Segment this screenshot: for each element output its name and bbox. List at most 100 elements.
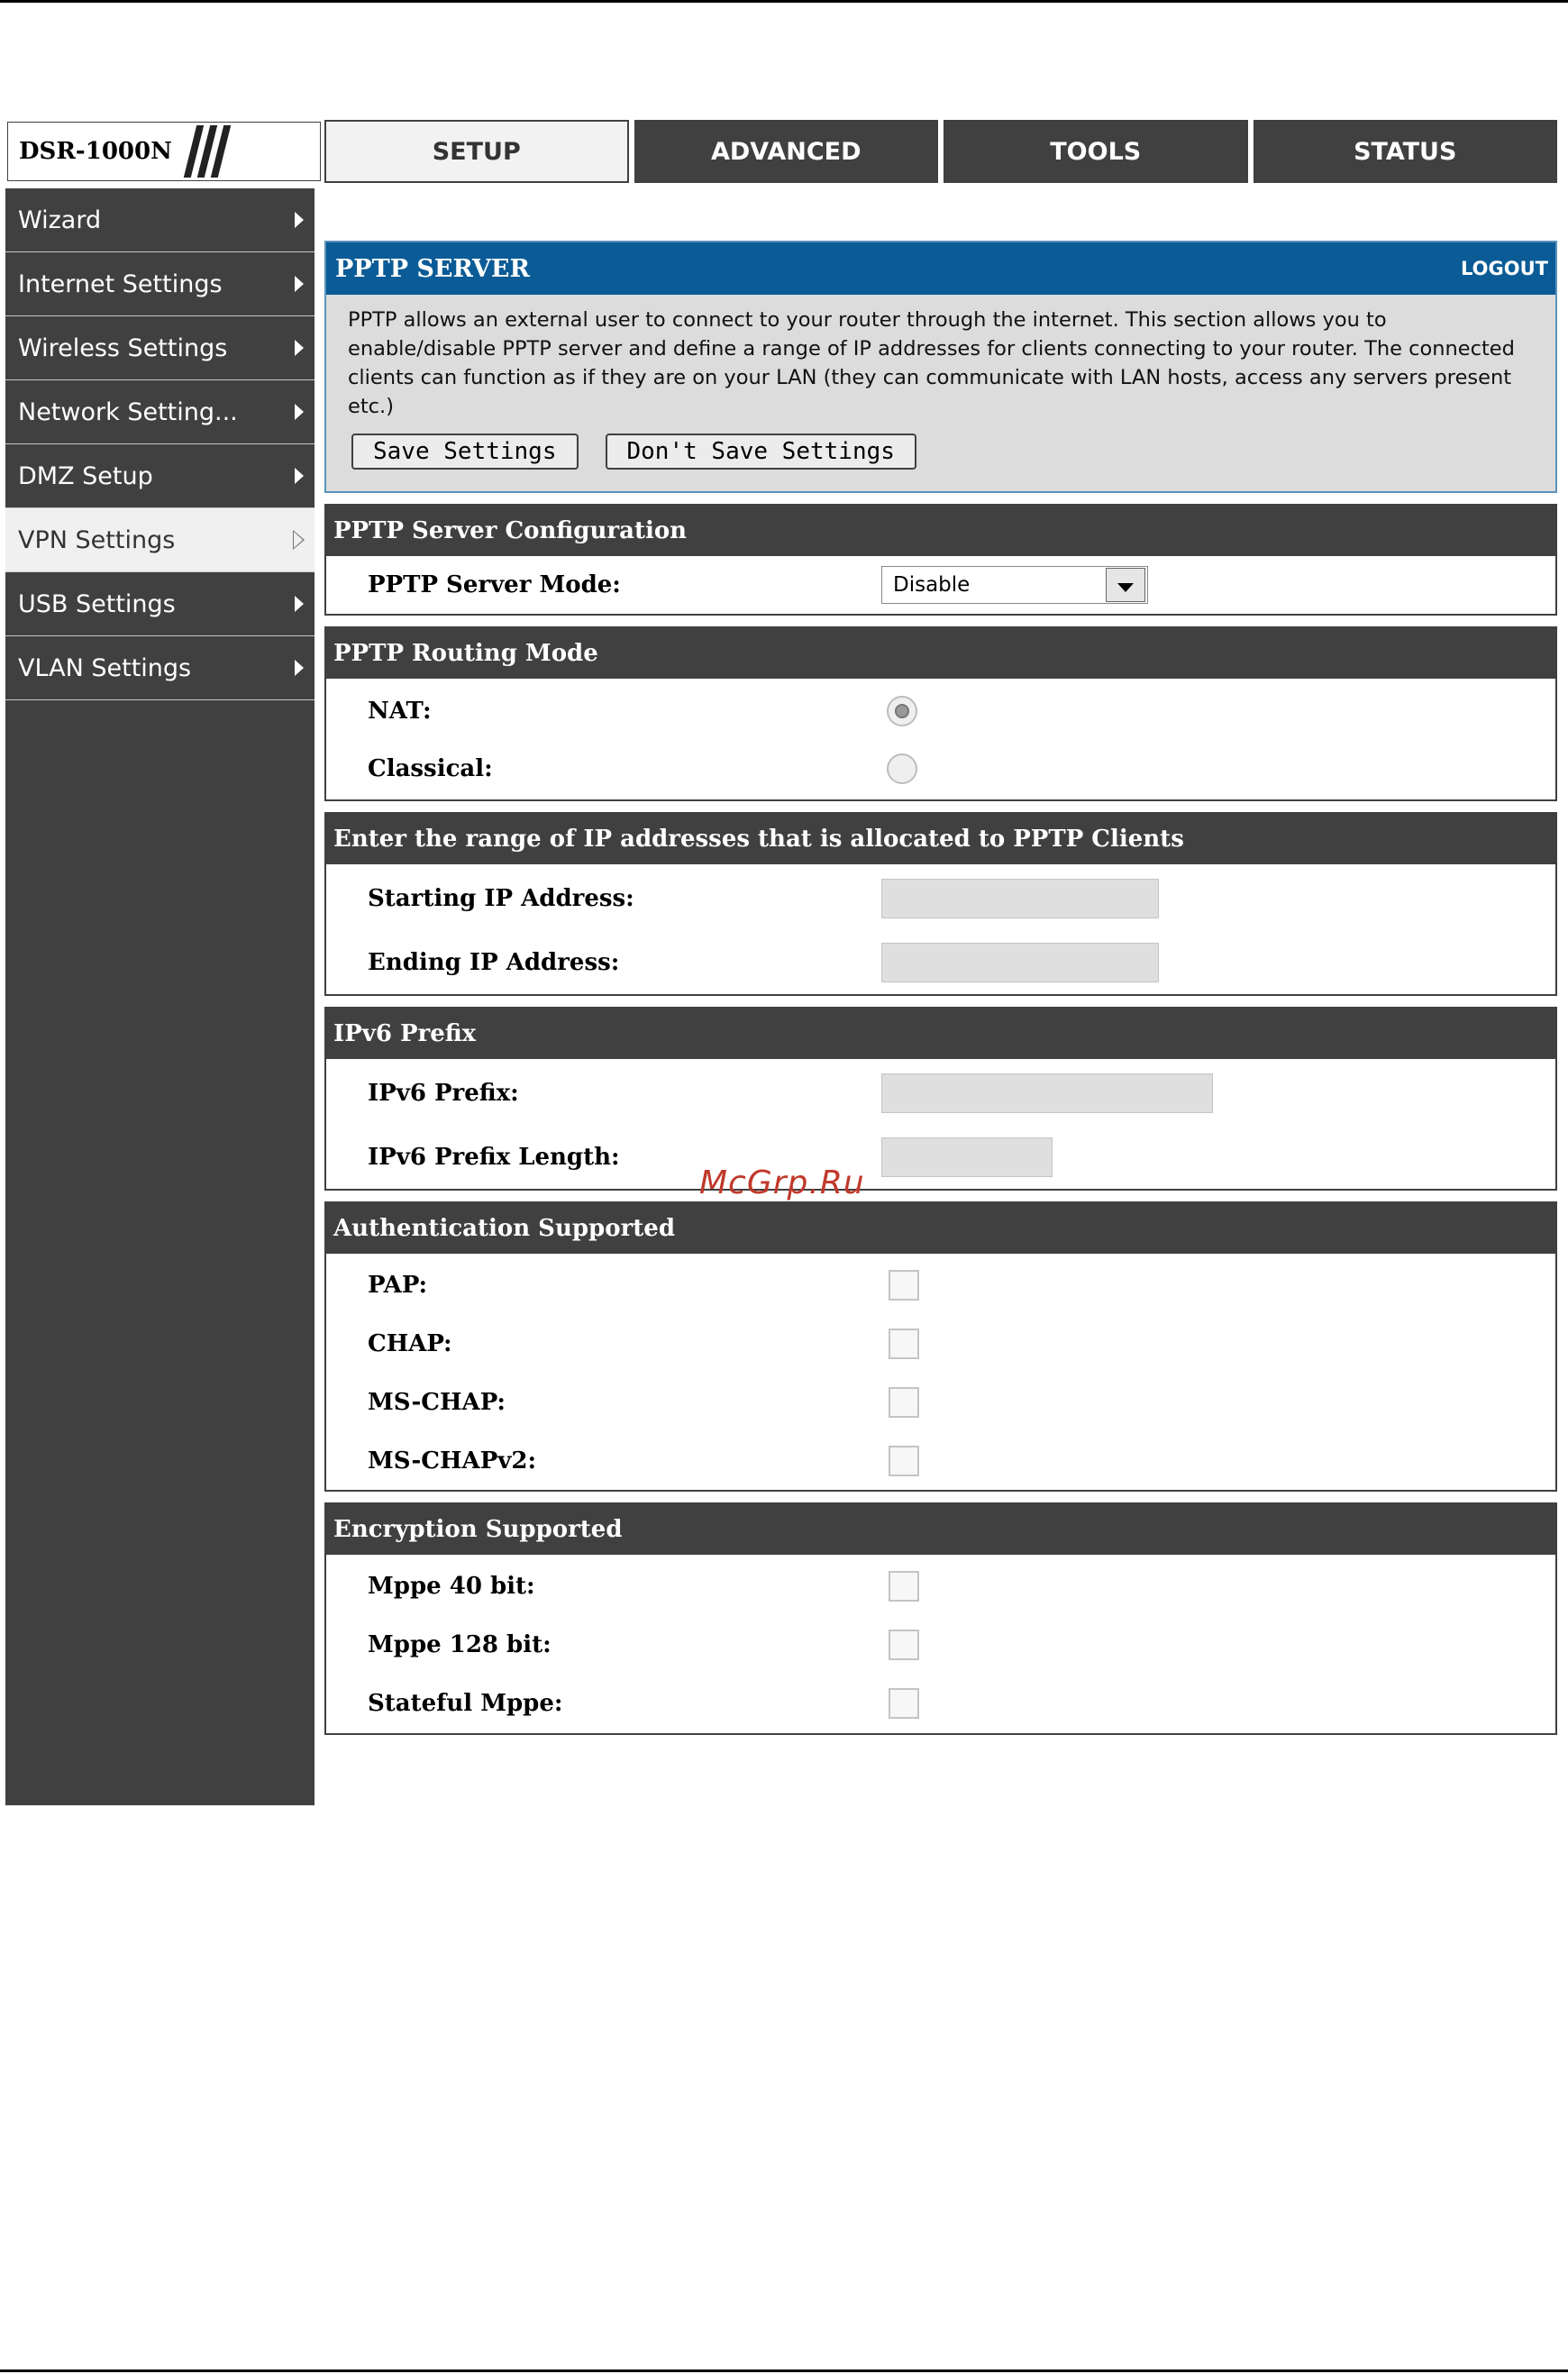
ipv6-prefix-input[interactable]: [881, 1073, 1213, 1113]
mppe-40-label: Mppe 40 bit:: [368, 1573, 535, 1600]
section-title: PPTP Server Configuration: [326, 506, 1555, 556]
sidebar-item-label: USB Settings: [18, 589, 176, 618]
bottom-rule: [0, 2369, 1568, 2372]
mppe-128-checkbox[interactable]: [889, 1630, 919, 1660]
dont-save-settings-button[interactable]: Don't Save Settings: [605, 434, 916, 470]
sidebar-item-internet-settings[interactable]: Internet Settings: [5, 252, 315, 316]
classical-radio[interactable]: [887, 753, 917, 784]
logout-link[interactable]: LOGOUT: [1461, 258, 1548, 279]
encryption-option-row: Mppe 40 bit:: [326, 1557, 1555, 1616]
tab-advanced[interactable]: ADVANCED: [634, 120, 938, 183]
auth-option-row: MS-CHAPv2:: [326, 1432, 1555, 1490]
encryption-option-row: Stateful Mppe:: [326, 1674, 1555, 1733]
sidebar-item-label: DMZ Setup: [18, 461, 153, 490]
chevron-down-icon[interactable]: [1106, 568, 1145, 602]
sidebar-item-label: Network Setting...: [18, 397, 238, 426]
starting-ip-input[interactable]: [881, 879, 1159, 918]
sidebar-item-dmz-setup[interactable]: DMZ Setup: [5, 444, 315, 508]
pptp-description: PPTP allows an external user to connect …: [348, 308, 1515, 418]
arrow-right-icon: [295, 404, 304, 420]
server-config-section: PPTP Server Configuration PPTP Server Mo…: [324, 504, 1557, 616]
section-title: Encryption Supported: [326, 1504, 1555, 1555]
mppe-128-label: Mppe 128 bit:: [368, 1631, 552, 1658]
stateful-mppe-checkbox[interactable]: [889, 1688, 919, 1719]
tab-setup[interactable]: SETUP: [324, 120, 629, 183]
save-settings-button[interactable]: Save Settings: [351, 434, 579, 470]
routing-mode-section: PPTP Routing Mode NAT: Classical:: [324, 626, 1557, 801]
authentication-section: Authentication Supported PAP: CHAP: MS-C…: [324, 1201, 1557, 1492]
logo-stripes-icon: [183, 125, 232, 178]
ip-range-section: Enter the range of IP addresses that is …: [324, 812, 1557, 996]
sidebar-item-label: Internet Settings: [18, 269, 223, 298]
watermark-text: McGrp.Ru: [699, 1164, 865, 1201]
nat-row: NAT:: [326, 682, 1555, 740]
arrow-right-icon: [295, 660, 304, 676]
sidebar-item-network-settings[interactable]: Network Setting...: [5, 380, 315, 444]
section-title: IPv6 Prefix: [326, 1009, 1555, 1059]
mppe-40-checkbox[interactable]: [889, 1571, 919, 1602]
sidebar-item-label: VLAN Settings: [18, 653, 192, 682]
pap-checkbox[interactable]: [889, 1270, 919, 1301]
sidebar-item-vlan-settings[interactable]: VLAN Settings: [5, 636, 315, 700]
section-title: Authentication Supported: [326, 1203, 1555, 1254]
pap-label: PAP:: [368, 1272, 428, 1299]
starting-ip-label: Starting IP Address:: [368, 885, 634, 912]
brand-logo: DSR-1000N: [7, 122, 321, 181]
auth-option-row: CHAP:: [326, 1315, 1555, 1373]
arrow-right-icon: [295, 340, 304, 356]
arrow-right-icon: [295, 276, 304, 292]
ipv6-prefix-length-row: IPv6 Prefix Length:: [326, 1126, 1555, 1189]
pptp-server-panel: PPTP SERVER LOGOUT PPTP allows an extern…: [324, 241, 1557, 493]
server-mode-label: PPTP Server Mode:: [368, 571, 621, 598]
tab-status[interactable]: STATUS: [1253, 120, 1557, 183]
sidebar-item-wireless-settings[interactable]: Wireless Settings: [5, 316, 315, 380]
ms-chapv2-label: MS-CHAPv2:: [368, 1447, 537, 1475]
classical-row: Classical:: [326, 740, 1555, 798]
classical-label: Classical:: [368, 755, 493, 782]
ending-ip-row: Ending IP Address:: [326, 931, 1555, 994]
ms-chapv2-checkbox[interactable]: [889, 1446, 919, 1476]
pptp-server-header: PPTP SERVER LOGOUT: [326, 242, 1555, 295]
sidebar-item-wizard[interactable]: Wizard: [5, 188, 315, 252]
chap-checkbox[interactable]: [889, 1329, 919, 1359]
arrow-right-icon: [295, 596, 304, 612]
sidebar-item-usb-settings[interactable]: USB Settings: [5, 572, 315, 636]
ipv6-prefix-section: IPv6 Prefix IPv6 Prefix: IPv6 Prefix Len…: [324, 1007, 1557, 1191]
section-title: PPTP Routing Mode: [326, 628, 1555, 679]
server-mode-row: PPTP Server Mode: Disable: [326, 556, 1555, 614]
sidebar-item-vpn-settings[interactable]: VPN Settings: [5, 508, 315, 572]
nat-label: NAT:: [368, 698, 432, 725]
arrow-right-outline-icon: [293, 530, 305, 550]
arrow-right-icon: [295, 468, 304, 484]
main-content: PPTP SERVER LOGOUT PPTP allows an extern…: [324, 241, 1557, 1735]
sidebar-item-label: Wireless Settings: [18, 333, 228, 362]
ending-ip-label: Ending IP Address:: [368, 949, 620, 976]
ipv6-prefix-row: IPv6 Prefix:: [326, 1061, 1555, 1126]
arrow-right-icon: [295, 212, 304, 228]
ms-chap-checkbox[interactable]: [889, 1387, 919, 1418]
section-title: Enter the range of IP addresses that is …: [326, 814, 1555, 864]
ms-chap-label: MS-CHAP:: [368, 1389, 506, 1416]
sidebar: Wizard Internet Settings Wireless Settin…: [5, 188, 315, 1805]
page-title: PPTP SERVER: [335, 254, 530, 283]
server-mode-value: Disable: [893, 573, 971, 597]
stateful-mppe-label: Stateful Mppe:: [368, 1690, 563, 1717]
server-mode-select[interactable]: Disable: [881, 566, 1148, 604]
auth-option-row: MS-CHAP:: [326, 1373, 1555, 1432]
action-buttons: Save Settings Don't Save Settings: [326, 421, 1555, 491]
chap-label: CHAP:: [368, 1330, 452, 1357]
starting-ip-row: Starting IP Address:: [326, 866, 1555, 931]
tab-tools[interactable]: TOOLS: [944, 120, 1248, 183]
auth-option-row: PAP:: [326, 1255, 1555, 1315]
encryption-section: Encryption Supported Mppe 40 bit: Mppe 1…: [324, 1502, 1557, 1735]
top-rule: [0, 0, 1568, 3]
nat-radio[interactable]: [887, 696, 917, 726]
model-name: DSR-1000N: [19, 138, 172, 165]
sidebar-item-label: Wizard: [18, 205, 102, 234]
ipv6-prefix-label: IPv6 Prefix:: [368, 1080, 519, 1107]
sidebar-item-label: VPN Settings: [18, 525, 176, 554]
ipv6-prefix-length-input[interactable]: [881, 1137, 1053, 1177]
encryption-option-row: Mppe 128 bit:: [326, 1616, 1555, 1674]
router-admin-window: DSR-1000N SETUP ADVANCED TOOLS STATUS Wi…: [5, 120, 1557, 1805]
ending-ip-input[interactable]: [881, 943, 1159, 982]
